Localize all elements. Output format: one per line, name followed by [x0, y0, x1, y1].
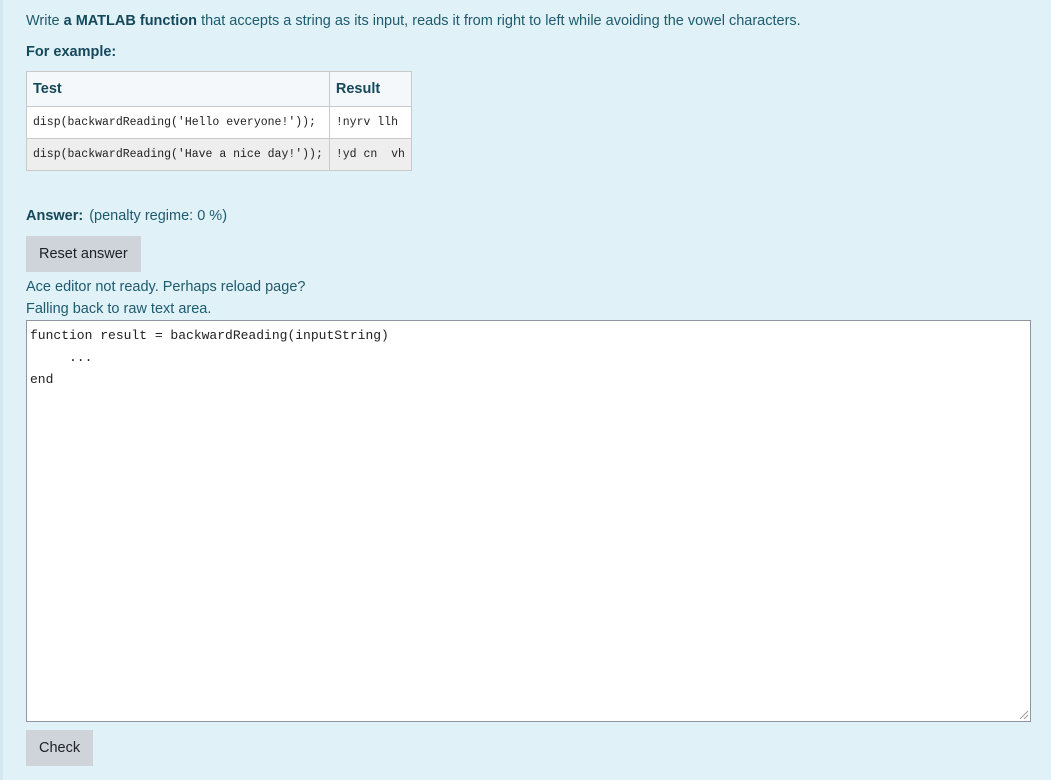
test-cell: disp(backwardReading('Have a nice day!')… — [26, 138, 330, 171]
prompt-suffix: that accepts a string as its input, read… — [197, 13, 801, 29]
question-panel: Write a MATLAB function that accepts a s… — [0, 0, 1051, 780]
prompt-bold: a MATLAB function — [63, 13, 198, 29]
prompt-prefix: Write — [26, 13, 64, 29]
resize-grip-icon[interactable] — [1019, 710, 1028, 719]
editor-notice: Ace editor not ready. Perhaps reload pag… — [26, 279, 306, 295]
answer-code-textarea[interactable]: function result = backwardReading(inputS… — [26, 320, 1031, 722]
result-cell: !yd cn vh — [328, 138, 412, 171]
test-cell: disp(backwardReading('Hello everyone!'))… — [26, 106, 330, 139]
table-header-row: Test Result — [26, 71, 412, 107]
header-test: Test — [26, 71, 330, 107]
reset-answer-button[interactable]: Reset answer — [26, 236, 141, 272]
answer-line: Answer: (penalty regime: 0 %) — [26, 208, 227, 224]
fallback-notice: Falling back to raw text area. — [26, 301, 212, 317]
penalty-regime: (penalty regime: 0 %) — [89, 208, 228, 224]
answer-label: Answer: — [26, 208, 84, 224]
result-cell: !nyrv llh — [328, 106, 412, 139]
header-result: Result — [328, 71, 412, 107]
answer-code-text: function result = backwardReading(inputS… — [30, 328, 389, 387]
table-row: disp(backwardReading('Have a nice day!')… — [26, 138, 412, 171]
examples-table: Test Result disp(backwardReading('Hello … — [26, 71, 412, 171]
table-row: disp(backwardReading('Hello everyone!'))… — [26, 106, 412, 139]
question-prompt: Write a MATLAB function that accepts a s… — [26, 13, 801, 29]
example-label: For example: — [26, 44, 117, 60]
check-button[interactable]: Check — [26, 730, 94, 766]
